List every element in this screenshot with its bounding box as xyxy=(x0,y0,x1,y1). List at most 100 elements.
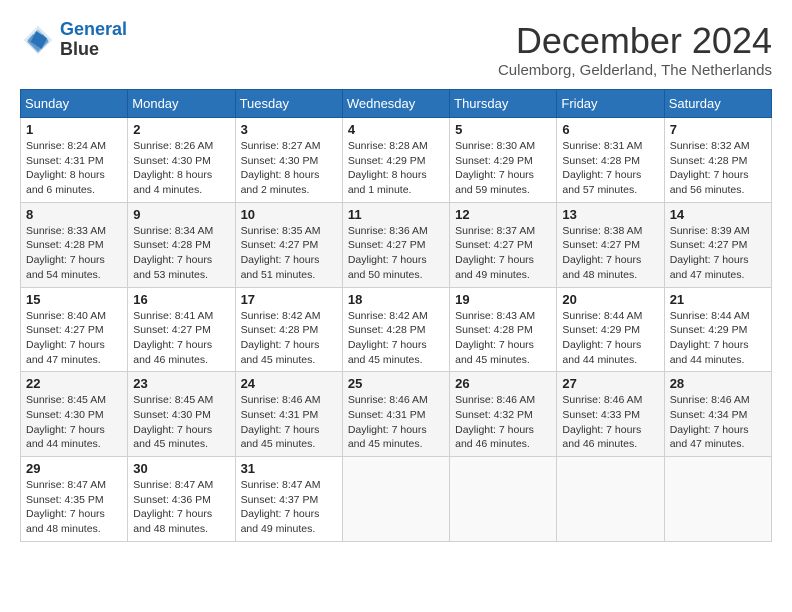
day-number: 28 xyxy=(670,376,766,391)
calendar-cell: 9Sunrise: 8:34 AMSunset: 4:28 PMDaylight… xyxy=(128,202,235,287)
column-header-sunday: Sunday xyxy=(21,90,128,118)
day-info: Sunrise: 8:44 AMSunset: 4:29 PMDaylight:… xyxy=(670,309,766,368)
day-info: Sunrise: 8:30 AMSunset: 4:29 PMDaylight:… xyxy=(455,139,551,198)
day-number: 26 xyxy=(455,376,551,391)
calendar-cell: 24 Sunrise: 8:46 AMSunset: 4:31 PMDayligh… xyxy=(235,372,342,457)
day-info: Sunrise: 8:45 AMSunset: 4:30 PMDaylight:… xyxy=(26,393,122,452)
calendar-week-4: 22 Sunrise: 8:45 AMSunset: 4:30 PMDayligh… xyxy=(21,372,772,457)
day-info: Sunrise: 8:46 AMSunset: 4:34 PMDaylight:… xyxy=(670,393,766,452)
day-number: 3 xyxy=(241,122,337,137)
month-title: December 2024 xyxy=(498,20,772,62)
calendar-cell: 31 Sunrise: 8:47 AMSunset: 4:37 PMDayligh… xyxy=(235,457,342,542)
calendar-week-3: 15Sunrise: 8:40 AMSunset: 4:27 PMDayligh… xyxy=(21,287,772,372)
calendar-cell xyxy=(664,457,771,542)
day-info: Sunrise: 8:45 AMSunset: 4:30 PMDaylight:… xyxy=(133,393,229,452)
calendar-cell xyxy=(557,457,664,542)
logo-line1: General xyxy=(60,19,127,39)
day-number: 5 xyxy=(455,122,551,137)
page-header: General Blue December 2024 Culemborg, Ge… xyxy=(20,20,772,79)
day-info: Sunrise: 8:42 AMSunset: 4:28 PMDaylight:… xyxy=(241,309,337,368)
calendar-cell: 12 Sunrise: 8:37 AMSunset: 4:27 PMDayligh… xyxy=(450,202,557,287)
location-subtitle: Culemborg, Gelderland, The Netherlands xyxy=(498,62,772,79)
calendar-cell: 20Sunrise: 8:44 AMSunset: 4:29 PMDayligh… xyxy=(557,287,664,372)
day-info: Sunrise: 8:28 AMSunset: 4:29 PMDaylight:… xyxy=(348,139,444,198)
day-number: 23 xyxy=(133,376,229,391)
day-info: Sunrise: 8:41 AMSunset: 4:27 PMDaylight:… xyxy=(133,309,229,368)
day-info: Sunrise: 8:27 AMSunset: 4:30 PMDaylight:… xyxy=(241,139,337,198)
column-header-friday: Friday xyxy=(557,90,664,118)
day-info: Sunrise: 8:46 AMSunset: 4:33 PMDaylight:… xyxy=(562,393,658,452)
day-number: 6 xyxy=(562,122,658,137)
calendar-week-2: 8Sunrise: 8:33 AMSunset: 4:28 PMDaylight… xyxy=(21,202,772,287)
logo: General Blue xyxy=(20,20,127,60)
day-number: 20 xyxy=(562,292,658,307)
calendar-cell: 27Sunrise: 8:46 AMSunset: 4:33 PMDayligh… xyxy=(557,372,664,457)
calendar-cell: 6Sunrise: 8:31 AMSunset: 4:28 PMDaylight… xyxy=(557,118,664,203)
day-info: Sunrise: 8:47 AMSunset: 4:37 PMDaylight:… xyxy=(241,478,337,537)
day-info: Sunrise: 8:39 AMSunset: 4:27 PMDaylight:… xyxy=(670,224,766,283)
day-number: 1 xyxy=(26,122,122,137)
day-number: 21 xyxy=(670,292,766,307)
day-info: Sunrise: 8:46 AMSunset: 4:31 PMDaylight:… xyxy=(348,393,444,452)
day-number: 15 xyxy=(26,292,122,307)
day-info: Sunrise: 8:47 AMSunset: 4:36 PMDaylight:… xyxy=(133,478,229,537)
day-number: 22 xyxy=(26,376,122,391)
day-info: Sunrise: 8:33 AMSunset: 4:28 PMDaylight:… xyxy=(26,224,122,283)
day-number: 16 xyxy=(133,292,229,307)
column-header-tuesday: Tuesday xyxy=(235,90,342,118)
column-header-wednesday: Wednesday xyxy=(342,90,449,118)
calendar-cell: 29 Sunrise: 8:47 AMSunset: 4:35 PMDayligh… xyxy=(21,457,128,542)
day-number: 29 xyxy=(26,461,122,476)
calendar-cell: 21 Sunrise: 8:44 AMSunset: 4:29 PMDayligh… xyxy=(664,287,771,372)
calendar-cell: 23 Sunrise: 8:45 AMSunset: 4:30 PMDayligh… xyxy=(128,372,235,457)
day-number: 9 xyxy=(133,207,229,222)
day-number: 11 xyxy=(348,207,444,222)
calendar-cell: 19Sunrise: 8:43 AMSunset: 4:28 PMDayligh… xyxy=(450,287,557,372)
calendar-cell: 5 Sunrise: 8:30 AMSunset: 4:29 PMDaylight… xyxy=(450,118,557,203)
day-info: Sunrise: 8:26 AMSunset: 4:30 PMDaylight:… xyxy=(133,139,229,198)
day-info: Sunrise: 8:24 AMSunset: 4:31 PMDaylight:… xyxy=(26,139,122,198)
day-number: 2 xyxy=(133,122,229,137)
day-number: 31 xyxy=(241,461,337,476)
calendar-cell: 11 Sunrise: 8:36 AMSunset: 4:27 PMDayligh… xyxy=(342,202,449,287)
day-info: Sunrise: 8:47 AMSunset: 4:35 PMDaylight:… xyxy=(26,478,122,537)
day-info: Sunrise: 8:36 AMSunset: 4:27 PMDaylight:… xyxy=(348,224,444,283)
day-number: 4 xyxy=(348,122,444,137)
calendar-header-row: SundayMondayTuesdayWednesdayThursdayFrid… xyxy=(21,90,772,118)
day-number: 10 xyxy=(241,207,337,222)
column-header-thursday: Thursday xyxy=(450,90,557,118)
day-number: 14 xyxy=(670,207,766,222)
calendar-cell: 13Sunrise: 8:38 AMSunset: 4:27 PMDayligh… xyxy=(557,202,664,287)
calendar-cell: 10 Sunrise: 8:35 AMSunset: 4:27 PMDayligh… xyxy=(235,202,342,287)
calendar-cell: 22 Sunrise: 8:45 AMSunset: 4:30 PMDayligh… xyxy=(21,372,128,457)
day-number: 24 xyxy=(241,376,337,391)
calendar-cell: 2 Sunrise: 8:26 AMSunset: 4:30 PMDaylight… xyxy=(128,118,235,203)
calendar-cell xyxy=(342,457,449,542)
title-block: December 2024 Culemborg, Gelderland, The… xyxy=(498,20,772,79)
day-info: Sunrise: 8:42 AMSunset: 4:28 PMDaylight:… xyxy=(348,309,444,368)
calendar-cell: 1 Sunrise: 8:24 AMSunset: 4:31 PMDaylight… xyxy=(21,118,128,203)
day-info: Sunrise: 8:46 AMSunset: 4:32 PMDaylight:… xyxy=(455,393,551,452)
day-number: 12 xyxy=(455,207,551,222)
logo-line2: Blue xyxy=(60,40,127,60)
calendar-table: SundayMondayTuesdayWednesdayThursdayFrid… xyxy=(20,89,772,542)
logo-text: General Blue xyxy=(60,20,127,60)
calendar-cell: 16 Sunrise: 8:41 AMSunset: 4:27 PMDayligh… xyxy=(128,287,235,372)
calendar-cell: 3 Sunrise: 8:27 AMSunset: 4:30 PMDaylight… xyxy=(235,118,342,203)
calendar-cell: 25 Sunrise: 8:46 AMSunset: 4:31 PMDayligh… xyxy=(342,372,449,457)
day-number: 17 xyxy=(241,292,337,307)
calendar-cell: 14 Sunrise: 8:39 AMSunset: 4:27 PMDayligh… xyxy=(664,202,771,287)
day-info: Sunrise: 8:43 AMSunset: 4:28 PMDaylight:… xyxy=(455,309,551,368)
calendar-cell: 17 Sunrise: 8:42 AMSunset: 4:28 PMDayligh… xyxy=(235,287,342,372)
logo-icon xyxy=(20,22,56,58)
calendar-cell: 26 Sunrise: 8:46 AMSunset: 4:32 PMDayligh… xyxy=(450,372,557,457)
day-info: Sunrise: 8:35 AMSunset: 4:27 PMDaylight:… xyxy=(241,224,337,283)
calendar-cell: 4 Sunrise: 8:28 AMSunset: 4:29 PMDaylight… xyxy=(342,118,449,203)
day-info: Sunrise: 8:32 AMSunset: 4:28 PMDaylight:… xyxy=(670,139,766,198)
day-number: 25 xyxy=(348,376,444,391)
day-number: 30 xyxy=(133,461,229,476)
calendar-cell: 28 Sunrise: 8:46 AMSunset: 4:34 PMDayligh… xyxy=(664,372,771,457)
calendar-cell: 15Sunrise: 8:40 AMSunset: 4:27 PMDayligh… xyxy=(21,287,128,372)
day-info: Sunrise: 8:46 AMSunset: 4:31 PMDaylight:… xyxy=(241,393,337,452)
day-info: Sunrise: 8:37 AMSunset: 4:27 PMDaylight:… xyxy=(455,224,551,283)
